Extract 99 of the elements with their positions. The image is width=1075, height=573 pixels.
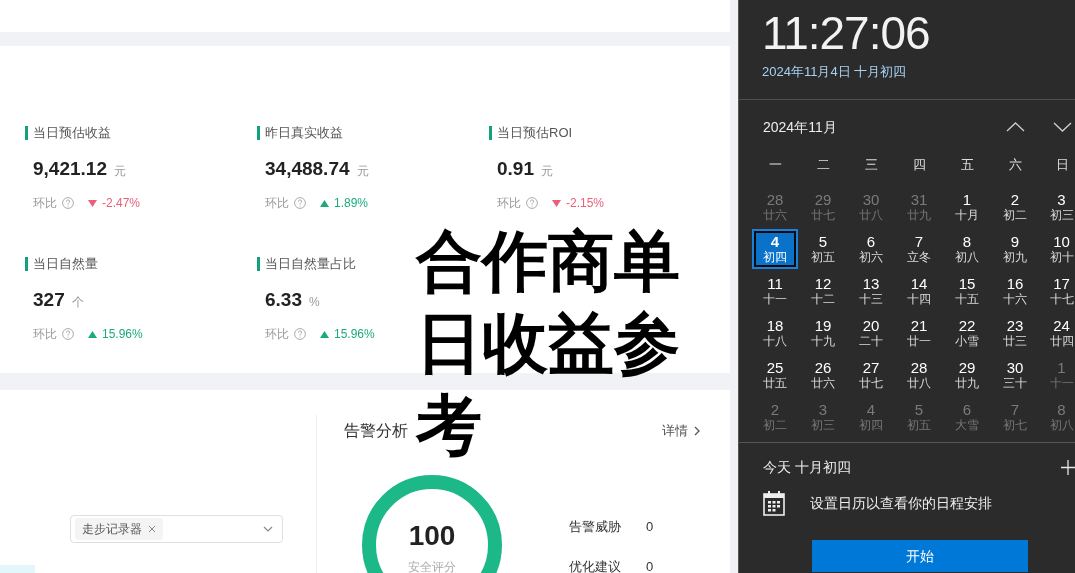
calendar-day[interactable]: 3 初三	[1040, 187, 1074, 227]
calendar-day[interactable]: 7 立冬	[896, 229, 942, 269]
title-accent-bar	[25, 126, 28, 140]
calendar-day[interactable]: 27 廿七	[848, 355, 894, 395]
weekday-label: 三	[863, 156, 879, 174]
metric-title: 昨日真实收益	[265, 124, 343, 142]
weekday-label: 五	[959, 156, 975, 174]
details-link[interactable]: 详情	[662, 421, 700, 441]
compare-label: 环比	[497, 195, 521, 212]
title-accent-bar	[257, 126, 260, 140]
metric-value: 34,488.74	[265, 157, 350, 181]
calendar-day[interactable]: 16 十六	[992, 271, 1038, 311]
change-value: 15.96%	[334, 326, 375, 343]
metric-value: 9,421.12	[33, 157, 107, 181]
calendar-day[interactable]: 4 初四	[752, 229, 798, 269]
compare-label: 环比	[33, 195, 57, 212]
list-item-highlight	[0, 565, 35, 573]
chevron-right-icon	[694, 426, 700, 436]
month-title[interactable]: 2024年11月	[763, 117, 991, 137]
metric-unit: 元	[356, 163, 369, 180]
calendar-day[interactable]: 30 三十	[992, 355, 1038, 395]
calendar-day[interactable]: 15 十五	[944, 271, 990, 311]
calendar-day[interactable]: 1 十月	[944, 187, 990, 227]
calendar-day[interactable]: 2 初二	[992, 187, 1038, 227]
metric-unit: 元	[113, 163, 126, 180]
calendar-day[interactable]: 29 廿九	[944, 355, 990, 395]
calendar-day[interactable]: 20 二十	[848, 313, 894, 353]
calendar-day[interactable]: 5 初五	[800, 229, 846, 269]
tag-label: 走步记录器	[82, 521, 142, 538]
metric-title: 当日自然量占比	[265, 255, 356, 273]
metric-title: 当日预估收益	[33, 124, 111, 142]
calendar-day[interactable]: 25 廿五	[752, 355, 798, 395]
metric-title: 当日预估ROI	[497, 124, 573, 142]
title-accent-bar	[257, 257, 260, 271]
calendar-day[interactable]: 18 十八	[752, 313, 798, 353]
metric-unit: 个	[71, 294, 84, 311]
change-value: 1.89%	[334, 195, 369, 212]
stat-value: 0	[646, 518, 654, 537]
help-icon[interactable]	[62, 197, 74, 209]
clock-time: 11:27:06	[762, 8, 931, 58]
metric-value: 327	[33, 288, 65, 312]
metric-title: 当日自然量	[33, 255, 98, 273]
calendar-day[interactable]: 21 廿一	[896, 313, 942, 353]
tag-select[interactable]: 走步记录器	[70, 515, 283, 543]
compare-label: 环比	[265, 195, 289, 212]
metric-unit: %	[309, 294, 320, 311]
compare-label: 环比	[265, 326, 289, 343]
score-value: 100	[408, 520, 456, 552]
chevron-up-icon	[1005, 122, 1025, 132]
weekday-label: 六	[1007, 156, 1023, 174]
add-event-icon[interactable]	[1061, 459, 1075, 475]
change-value: -2.15%	[566, 195, 605, 212]
calendar-day[interactable]: 22 小雪	[944, 313, 990, 353]
calendar-day[interactable]: 11 十一	[752, 271, 798, 311]
help-icon[interactable]	[526, 197, 538, 209]
stat-label: 告警威胁	[569, 518, 622, 537]
change-value: 15.96%	[102, 326, 143, 343]
score-label: 安全评分	[408, 560, 456, 573]
calendar-day[interactable]: 28 廿八	[896, 355, 942, 395]
metric-value: 6.33	[265, 288, 302, 312]
help-icon[interactable]	[62, 328, 74, 340]
calendar-day[interactable]: 17 十七	[1040, 271, 1074, 311]
change-value: -2.47%	[102, 195, 141, 212]
calendar-day[interactable]: 8 初八	[944, 229, 990, 269]
overlay-caption-line: 考	[416, 387, 482, 464]
chevron-down-icon	[1053, 122, 1072, 132]
compare-label: 环比	[33, 326, 57, 343]
calendar-day[interactable]: 26 廿六	[800, 355, 846, 395]
calendar-day[interactable]: 14 十四	[896, 271, 942, 311]
calendar-day[interactable]: 13 十三	[848, 271, 894, 311]
help-icon[interactable]	[294, 328, 306, 340]
agenda-message: 设置日历以查看你的日程安排	[810, 494, 992, 513]
calendar-day[interactable]: 10 初十	[1040, 229, 1074, 269]
overlay-caption-line: 日收益参	[416, 305, 680, 382]
calendar-day[interactable]: 6 初六	[848, 229, 894, 269]
metric-unit: 元	[541, 163, 553, 180]
chevron-down-icon	[263, 526, 273, 532]
agenda-title: 今天 十月初四	[763, 458, 852, 477]
stat-label: 优化建议	[569, 558, 622, 573]
weekday-label: 四	[911, 156, 927, 174]
close-icon[interactable]	[148, 525, 156, 533]
full-date-link[interactable]: 2024年11月4日 十月初四	[762, 63, 1075, 81]
start-button[interactable]: 开始	[812, 540, 1028, 572]
stat-value: 0	[646, 558, 654, 573]
weekday-label: 二	[815, 156, 831, 174]
weekday-label: 日	[1056, 156, 1069, 174]
calendar-day[interactable]: 19 十九	[800, 313, 846, 353]
calendar-day[interactable]: 23 廿三	[992, 313, 1038, 353]
title-accent-bar	[489, 126, 492, 140]
title-accent-bar	[25, 257, 28, 271]
calendar-icon	[763, 490, 785, 516]
calendar-day[interactable]: 9 初九	[992, 229, 1038, 269]
help-icon[interactable]	[294, 197, 306, 209]
overlay-caption-line: 合作商单	[416, 223, 680, 300]
weekday-label: 一	[767, 156, 783, 174]
section-title: 告警分析	[344, 421, 408, 441]
metric-value: 0.91	[497, 157, 534, 181]
calendar-day[interactable]: 12 十二	[800, 271, 846, 311]
calendar-day[interactable]: 24 廿四	[1040, 313, 1074, 353]
